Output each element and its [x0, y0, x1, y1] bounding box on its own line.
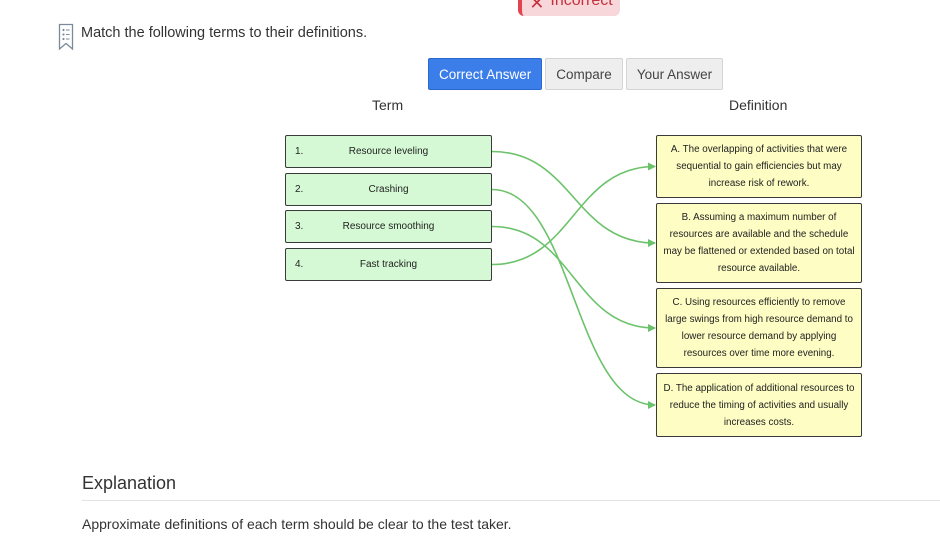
match-connector	[491, 188, 656, 409]
explanation-title: Explanation	[82, 473, 177, 493]
match-lines	[491, 150, 656, 409]
match-connector	[491, 225, 656, 332]
match-connector	[491, 162, 656, 266]
divider	[82, 500, 940, 501]
explanation-text: Approximate definitions of each term sho…	[82, 516, 512, 532]
